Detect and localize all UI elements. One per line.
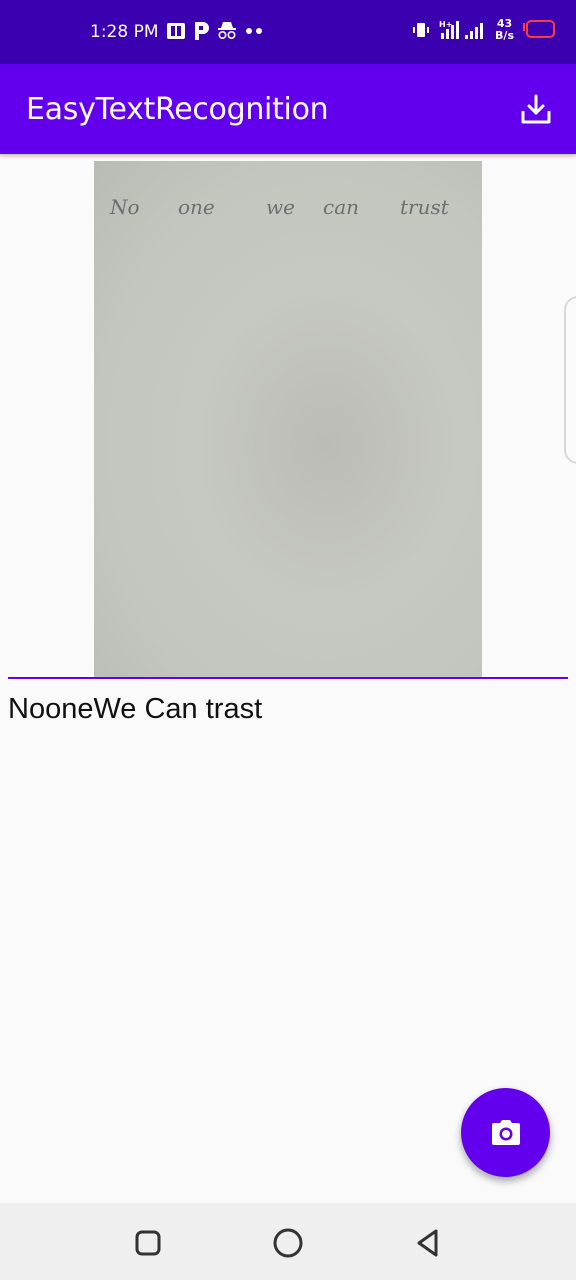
- captured-image: No one we can trust: [94, 161, 482, 677]
- network-speed: 43 B/s: [495, 18, 514, 42]
- paytm-p-icon: [195, 22, 209, 40]
- photo-word: trust: [400, 195, 449, 219]
- recents-icon: [135, 1230, 161, 1256]
- home-button[interactable]: [268, 1223, 308, 1263]
- status-notification-icons: [166, 20, 264, 42]
- photo-word: can: [323, 195, 360, 219]
- back-button[interactable]: [408, 1223, 448, 1263]
- photo-word: No: [110, 195, 140, 219]
- result-divider: [8, 677, 568, 679]
- camera-button[interactable]: [461, 1088, 550, 1177]
- home-icon: [273, 1228, 303, 1258]
- incognito-icon: [218, 22, 236, 40]
- back-icon: [417, 1229, 438, 1257]
- svg-text:H+: H+: [439, 20, 452, 29]
- navigation-bar: [0, 1203, 576, 1280]
- photo-word: one: [178, 195, 215, 219]
- app-bar: EasyTextRecognition: [0, 64, 576, 154]
- status-time: 1:28 PM: [90, 22, 159, 42]
- status-bar: 1:28 PM H+ 43 B/s: [0, 0, 576, 64]
- status-system-icons: H+ 43 B/s: [411, 18, 556, 42]
- recognized-text: NooneWe Can trast: [8, 693, 263, 725]
- network-speed-unit: B/s: [495, 29, 514, 42]
- download-button[interactable]: [516, 90, 556, 130]
- edge-panel-handle[interactable]: [564, 296, 576, 464]
- more-notifications-icon: [246, 28, 262, 34]
- photo-word: we: [266, 195, 295, 219]
- battery-icon: [523, 20, 555, 38]
- app-title: EasyTextRecognition: [26, 92, 329, 127]
- camera-icon: [491, 1119, 520, 1145]
- signal-icon: H+: [439, 20, 484, 39]
- recents-button[interactable]: [128, 1223, 168, 1263]
- vibrate-icon: [413, 23, 430, 37]
- download-icon: [521, 94, 551, 124]
- notification-app-icon: [167, 23, 185, 39]
